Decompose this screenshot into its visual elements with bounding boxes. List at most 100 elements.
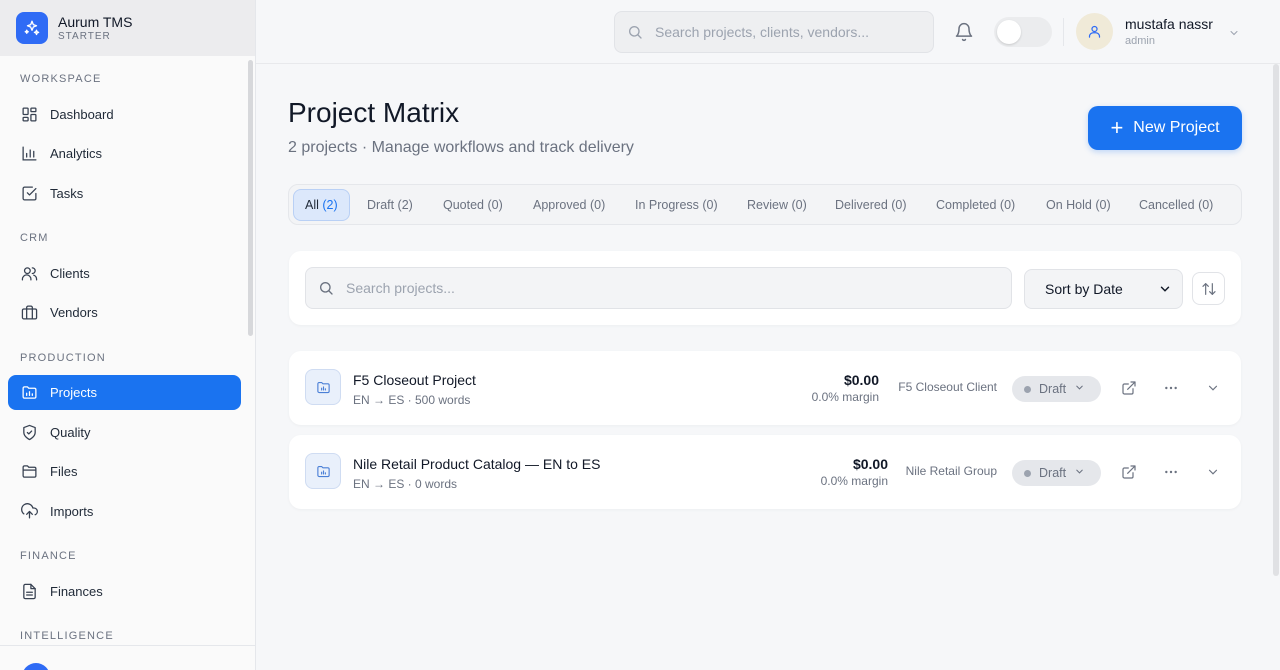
- more-options-icon[interactable]: [1161, 378, 1181, 398]
- tab-all[interactable]: All (2): [293, 189, 350, 221]
- tab-draft[interactable]: Draft (2): [367, 189, 413, 221]
- project-name[interactable]: F5 Closeout Project: [353, 372, 476, 388]
- chevron-down-icon[interactable]: [1228, 26, 1240, 44]
- status-dot: [1024, 469, 1031, 477]
- project-search[interactable]: [305, 267, 1012, 309]
- folder-chart-icon: [20, 384, 38, 402]
- sidebar-item-label: Vendors: [50, 305, 98, 320]
- section-label-finance: FINANCE: [20, 550, 77, 562]
- section-label-production: PRODUCTION: [20, 352, 106, 364]
- sidebar-item-label: Tasks: [50, 186, 84, 201]
- sidebar-item-projects[interactable]: Projects: [8, 375, 241, 410]
- chevron-down-icon: [1074, 382, 1085, 396]
- brand-header[interactable]: Aurum TMS STARTER: [0, 0, 255, 56]
- project-client: F5 Closeout Client: [898, 380, 997, 394]
- chevron-down-icon: [1074, 466, 1085, 480]
- chevron-down-icon: [1158, 282, 1172, 299]
- sort-arrows-icon: [1201, 282, 1216, 295]
- brand-plan: STARTER: [58, 30, 111, 42]
- section-label-intelligence: INTELLIGENCE: [20, 630, 114, 642]
- filter-bar: Sort by Date: [289, 251, 1241, 325]
- sort-select-value: Sort by Date: [1045, 281, 1123, 297]
- topbar-divider: [1063, 18, 1064, 46]
- search-icon: [320, 282, 333, 295]
- section-label-workspace: WORKSPACE: [20, 73, 102, 85]
- sidebar-item-clients[interactable]: Clients: [8, 256, 241, 291]
- document-icon: [20, 583, 38, 601]
- sidebar-item-vendors[interactable]: Vendors: [8, 295, 241, 330]
- project-meta: EN → ES · 500 words: [353, 393, 471, 407]
- sidebar-item-imports[interactable]: Imports: [8, 494, 241, 529]
- tab-quoted[interactable]: Quoted (0): [443, 189, 503, 221]
- status-dropdown[interactable]: Draft: [1012, 460, 1101, 486]
- sidebar-item-finances[interactable]: Finances: [8, 574, 241, 609]
- user-avatar[interactable]: [1076, 13, 1113, 50]
- status-dot: [1024, 385, 1031, 393]
- user-icon: [1088, 25, 1101, 38]
- sidebar-item-label: Files: [50, 464, 78, 479]
- new-project-label: New Project: [1133, 119, 1220, 136]
- sidebar-item-label: Dashboard: [50, 107, 114, 122]
- global-search-input[interactable]: [655, 24, 915, 40]
- user-role: admin: [1125, 35, 1155, 47]
- bell-icon[interactable]: [954, 22, 974, 47]
- status-dropdown[interactable]: Draft: [1012, 376, 1101, 402]
- status-label: Draft: [1039, 466, 1067, 480]
- bar-chart-icon: [20, 145, 38, 163]
- sidebar-item-label: Clients: [50, 266, 90, 281]
- project-meta: EN → ES · 0 words: [353, 477, 458, 491]
- project-client: Nile Retail Group: [905, 464, 997, 478]
- chevron-down-icon[interactable]: [1203, 462, 1223, 482]
- external-link-icon[interactable]: [1119, 462, 1139, 482]
- tab-delivered[interactable]: Delivered (0): [835, 189, 907, 221]
- more-options-icon[interactable]: [1161, 462, 1181, 482]
- sidebar-item-analytics[interactable]: Analytics: [8, 136, 241, 171]
- checkbox-icon: [20, 185, 38, 203]
- project-row[interactable]: F5 Closeout Project EN → ES · 500 words …: [289, 351, 1241, 425]
- folder-chart-icon: [305, 453, 341, 489]
- search-icon: [629, 26, 642, 39]
- sidebar-item-quality[interactable]: Quality: [8, 415, 241, 450]
- status-tabs: All (2) Draft (2) Quoted (0) Approved (0…: [288, 184, 1242, 225]
- external-link-icon[interactable]: [1119, 378, 1139, 398]
- plus-icon: +: [1110, 115, 1124, 140]
- sparkle-logo-icon: [16, 12, 48, 44]
- upload-cloud-icon: [20, 503, 38, 521]
- sidebar: Aurum TMS STARTER WORKSPACE Dashboard An…: [0, 0, 256, 670]
- project-search-input[interactable]: [346, 280, 986, 296]
- sidebar-item-tasks[interactable]: Tasks: [8, 176, 241, 211]
- project-row[interactable]: Nile Retail Product Catalog — EN to ES E…: [289, 435, 1241, 509]
- users-icon: [20, 265, 38, 283]
- tab-review[interactable]: Review (0): [747, 189, 807, 221]
- brand-name: Aurum TMS: [58, 13, 133, 30]
- user-name[interactable]: mustafa nassr: [1125, 16, 1213, 32]
- tab-cancelled[interactable]: Cancelled (0): [1139, 189, 1213, 221]
- dashboard-icon: [20, 106, 38, 124]
- sidebar-item-label: Finances: [50, 584, 103, 599]
- new-project-button[interactable]: + New Project: [1088, 106, 1242, 150]
- avatar[interactable]: [22, 663, 50, 670]
- sidebar-item-label: Projects: [50, 385, 97, 400]
- global-search[interactable]: [614, 11, 934, 53]
- sidebar-item-files[interactable]: Files: [8, 454, 241, 489]
- toggle-knob: [997, 20, 1021, 44]
- tab-in-progress[interactable]: In Progress (0): [635, 189, 718, 221]
- tab-on-hold[interactable]: On Hold (0): [1046, 189, 1111, 221]
- section-label-crm: CRM: [20, 232, 49, 244]
- sidebar-scrollbar[interactable]: [248, 60, 253, 336]
- tab-approved[interactable]: Approved (0): [533, 189, 605, 221]
- tab-completed[interactable]: Completed (0): [936, 189, 1015, 221]
- sidebar-divider: [0, 645, 255, 646]
- sort-direction-button[interactable]: [1192, 272, 1225, 305]
- main-scrollbar[interactable]: [1273, 64, 1279, 576]
- sidebar-item-label: Quality: [50, 425, 91, 440]
- folder-chart-icon: [305, 369, 341, 405]
- topbar: mustafa nassr admin: [256, 0, 1280, 64]
- chevron-down-icon[interactable]: [1203, 378, 1223, 398]
- sidebar-item-dashboard[interactable]: Dashboard: [8, 97, 241, 132]
- sidebar-item-label: Imports: [50, 504, 94, 519]
- project-name[interactable]: Nile Retail Product Catalog — EN to ES: [353, 456, 600, 472]
- theme-toggle[interactable]: [994, 17, 1052, 47]
- shield-check-icon: [20, 424, 38, 442]
- sort-select[interactable]: Sort by Date: [1024, 269, 1183, 309]
